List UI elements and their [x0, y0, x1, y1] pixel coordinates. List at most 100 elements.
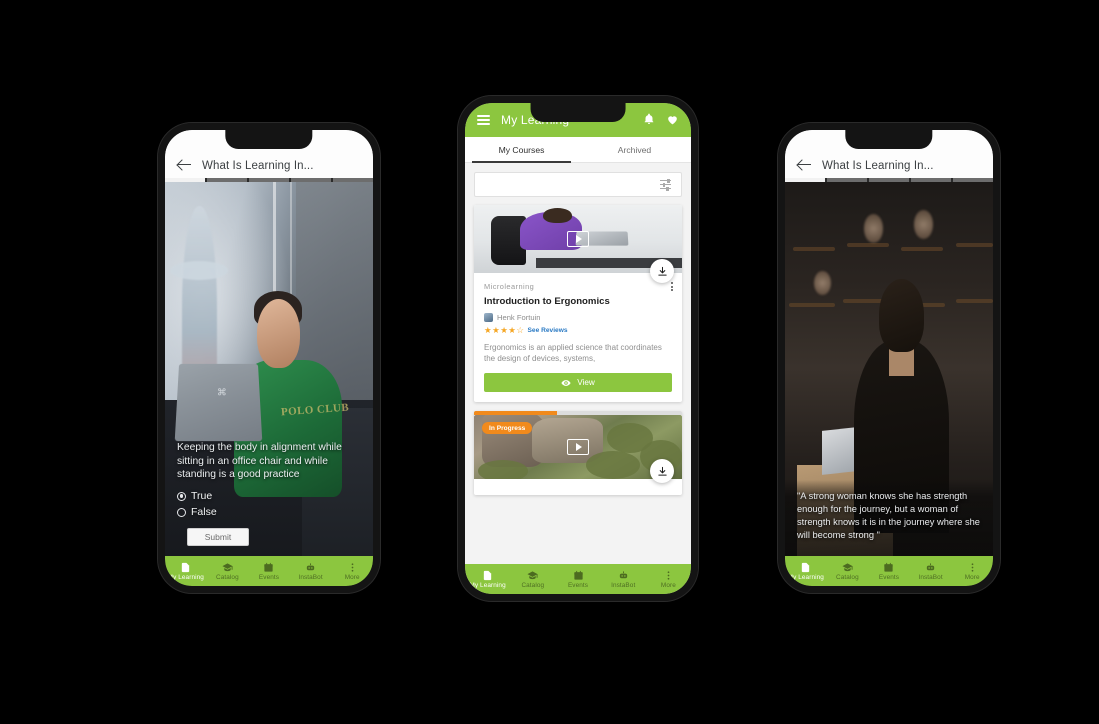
quote-text: "A strong woman knows she has strength e…: [797, 491, 980, 540]
bottom-nav-left: My Learning Catalog Events InstaBot More: [165, 556, 373, 586]
nav-item-my-learning[interactable]: My Learning: [165, 562, 207, 581]
tab-my-courses[interactable]: My Courses: [465, 137, 578, 163]
course-card[interactable]: In Progress: [474, 411, 682, 496]
heart-icon[interactable]: [666, 113, 679, 128]
nav-item-more[interactable]: More: [331, 562, 373, 581]
nav-label: Catalog: [521, 581, 545, 589]
nav-item-instabot[interactable]: InstaBot: [601, 570, 646, 589]
back-arrow-icon[interactable]: [177, 157, 192, 172]
lesson-video-area: "A strong woman knows she has strength e…: [785, 182, 993, 586]
phone-notch: [845, 130, 933, 149]
kebab-menu-icon[interactable]: [671, 282, 673, 292]
course-title: Introduction to Ergonomics: [484, 296, 610, 307]
nav-label: Catalog: [216, 573, 239, 581]
robot-icon: [305, 562, 316, 573]
quiz-overlay: Keeping the body in alignment while sitt…: [177, 441, 363, 546]
nav-label: More: [964, 573, 980, 581]
status-badge: In Progress: [482, 422, 533, 435]
page-title: What Is Learning In...: [202, 160, 314, 172]
nav-label: InstaBot: [918, 573, 943, 581]
more-vertical-icon: [967, 562, 978, 573]
phone-left-screen: What Is Learning In... POLO CLUB ⌘ Keepi…: [165, 130, 373, 586]
document-icon: [180, 562, 191, 573]
play-video-icon[interactable]: [567, 231, 589, 247]
more-vertical-icon: [663, 570, 674, 581]
bottom-nav-center: My Learning Catalog Events InstaBot More: [465, 564, 691, 594]
download-icon[interactable]: [650, 259, 674, 283]
author-name: Henk Fortuin: [497, 313, 541, 322]
robot-icon: [618, 570, 629, 581]
phone-center-screen: My Learning My Courses Archived Microlea…: [465, 103, 691, 594]
nav-item-events[interactable]: Events: [555, 570, 600, 589]
course-description: Ergonomics is an applied science that co…: [484, 342, 662, 363]
speaker-head: [878, 278, 925, 352]
tab-bar: My Courses Archived: [465, 137, 691, 163]
nav-item-catalog[interactable]: Catalog: [827, 562, 869, 581]
nav-item-my-learning[interactable]: My Learning: [465, 570, 510, 589]
quiz-option-label: True: [191, 490, 213, 502]
nav-item-catalog[interactable]: Catalog: [207, 562, 249, 581]
nav-item-more[interactable]: More: [951, 562, 993, 581]
course-author: Henk Fortuin: [484, 313, 672, 322]
star-rating: ★★★★☆: [484, 325, 525, 335]
screenshot-stage: What Is Learning In... POLO CLUB ⌘ Keepi…: [0, 0, 1099, 724]
phone-right: What Is Learning In... "A strong woman k…: [778, 123, 1000, 593]
course-type: Microlearning: [484, 282, 535, 291]
document-icon: [800, 562, 811, 573]
phone-notch: [530, 103, 626, 122]
nav-item-more[interactable]: More: [646, 570, 691, 589]
nav-label: Events: [567, 581, 589, 589]
quiz-question: Keeping the body in alignment while sitt…: [177, 442, 342, 480]
bottom-nav-right: My Learning Catalog Events InstaBot More: [785, 556, 993, 586]
course-card-body: Microlearning Introduction to Ergonomics…: [474, 273, 682, 402]
submit-button[interactable]: Submit: [187, 528, 249, 546]
document-icon: [482, 570, 493, 581]
page-title: What Is Learning In...: [822, 160, 934, 172]
radio-button-true[interactable]: [177, 491, 186, 501]
tab-archived[interactable]: Archived: [578, 137, 691, 162]
nav-item-catalog[interactable]: Catalog: [510, 570, 555, 589]
nav-label: More: [344, 573, 360, 581]
nav-label: Events: [878, 573, 900, 581]
nav-label: My Learning: [787, 573, 824, 581]
laptop: [175, 363, 263, 441]
lesson-video-area: POLO CLUB Keeping the body in alignment …: [165, 182, 373, 586]
phone-center: My Learning My Courses Archived Microlea…: [458, 96, 698, 601]
phone-right-screen: What Is Learning In... "A strong woman k…: [785, 130, 993, 586]
graduation-cap-icon: [527, 570, 538, 581]
see-reviews-link[interactable]: See Reviews: [528, 327, 568, 334]
play-video-icon[interactable]: [567, 439, 589, 456]
nav-label: InstaBot: [611, 581, 636, 589]
filter-sliders-icon[interactable]: [660, 178, 672, 191]
nav-item-events[interactable]: Events: [248, 562, 290, 581]
view-button-label: View: [577, 378, 595, 388]
quiz-option-false[interactable]: False: [177, 506, 363, 518]
avatar: [484, 313, 493, 322]
view-button[interactable]: View: [484, 373, 672, 393]
nav-label: My Learning: [469, 581, 506, 589]
nav-item-instabot[interactable]: InstaBot: [910, 562, 952, 581]
course-thumbnail[interactable]: [474, 205, 682, 273]
phone-notch: [225, 130, 313, 149]
eye-icon: [561, 379, 571, 386]
quiz-option-true[interactable]: True: [177, 490, 363, 502]
nav-label: Catalog: [836, 573, 859, 581]
bell-icon[interactable]: [643, 113, 655, 127]
nav-label: InstaBot: [298, 573, 323, 581]
radio-button-false[interactable]: [177, 507, 186, 517]
graduation-cap-icon: [222, 562, 233, 573]
person-head: [256, 299, 301, 368]
phone-left: What Is Learning In... POLO CLUB ⌘ Keepi…: [158, 123, 380, 593]
nav-item-my-learning[interactable]: My Learning: [785, 562, 827, 581]
hamburger-icon[interactable]: [477, 114, 490, 126]
calendar-icon: [573, 570, 584, 581]
nav-item-events[interactable]: Events: [868, 562, 910, 581]
nav-item-instabot[interactable]: InstaBot: [290, 562, 332, 581]
calendar-icon: [263, 562, 274, 573]
course-card[interactable]: Microlearning Introduction to Ergonomics…: [474, 205, 682, 403]
back-arrow-icon[interactable]: [797, 157, 812, 172]
nav-label: My Learning: [167, 573, 204, 581]
person-head: [542, 207, 572, 223]
nav-label: More: [660, 581, 676, 589]
search-bar[interactable]: [474, 172, 682, 197]
